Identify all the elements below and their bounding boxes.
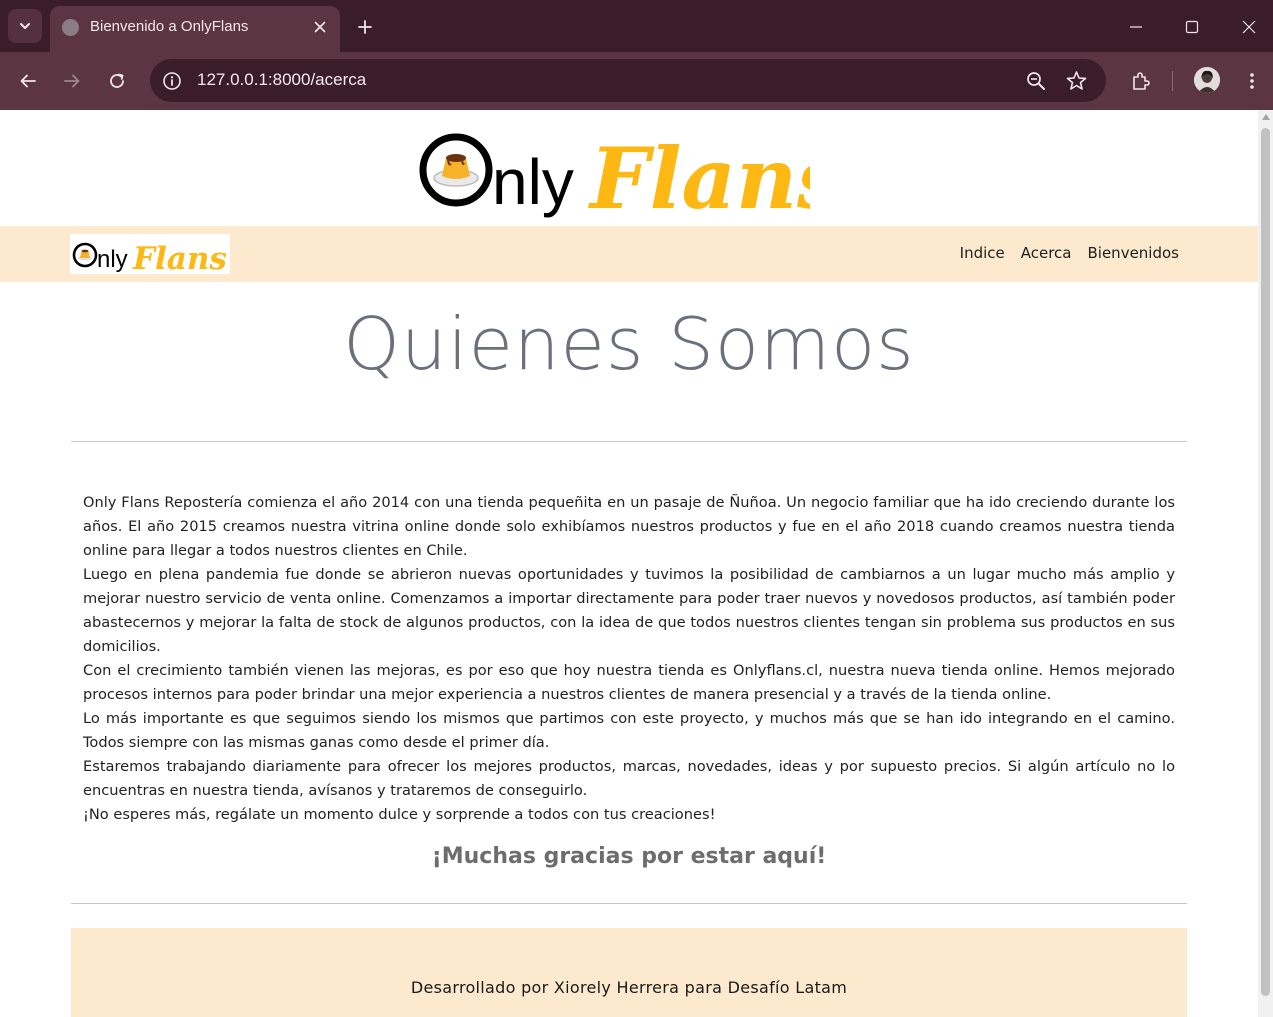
- extensions-button[interactable]: [1124, 65, 1156, 97]
- plus-icon: [358, 20, 372, 34]
- nav-link-indice[interactable]: Indice: [960, 244, 1005, 262]
- maximize-button[interactable]: [1177, 12, 1207, 42]
- window-close-icon: [1242, 20, 1256, 34]
- star-icon[interactable]: [1066, 70, 1087, 91]
- about-text: Only Flans Repostería comienza el año 20…: [83, 491, 1175, 827]
- chevron-down-icon: [20, 23, 30, 29]
- scroll-up-arrow-icon[interactable]: [1261, 114, 1270, 120]
- navbar: nly Flans Indice Acerca Bienvenidos: [0, 226, 1258, 282]
- svg-text:nly: nly: [492, 146, 574, 218]
- svg-text:Flans: Flans: [588, 129, 810, 226]
- more-icon: [1250, 73, 1254, 89]
- profile-avatar[interactable]: [1194, 67, 1220, 93]
- tab-close-button[interactable]: [308, 15, 332, 39]
- address-bar[interactable]: 127.0.0.1:8000/acerca: [150, 59, 1106, 102]
- about-paragraph: Lo más importante es que seguimos siendo…: [83, 710, 1175, 751]
- onlyflans-logo: nly Flans: [419, 129, 810, 226]
- tab-title: Bienvenido a OnlyFlans: [90, 18, 249, 35]
- nav-links: Indice Acerca Bienvenidos: [960, 244, 1179, 262]
- about-paragraph: ¡No esperes más, regálate un momento dul…: [83, 806, 716, 823]
- nav-link-bienvenidos[interactable]: Bienvenidos: [1088, 244, 1180, 262]
- url-text[interactable]: 127.0.0.1:8000/acerca: [197, 70, 366, 90]
- scrollbar[interactable]: [1258, 110, 1273, 1017]
- svg-text:nly: nly: [97, 246, 128, 273]
- globe-icon: [62, 19, 79, 36]
- about-paragraph: Only Flans Repostería comienza el año 20…: [83, 494, 1175, 559]
- about-paragraph: Luego en plena pandemia fue donde se abr…: [83, 566, 1175, 655]
- divider: [71, 903, 1187, 904]
- forward-button[interactable]: [56, 65, 88, 97]
- minimize-icon: [1130, 26, 1142, 28]
- footer: Desarrollado por Xiorely Herrera para De…: [71, 928, 1187, 1017]
- back-icon: [20, 74, 36, 88]
- close-icon: [314, 21, 326, 33]
- zoom-icon[interactable]: [1026, 71, 1046, 91]
- extensions-icon: [1133, 72, 1150, 90]
- tab-strip: Bienvenido a OnlyFlans: [0, 0, 1273, 52]
- avatar-icon: [1194, 67, 1220, 93]
- about-paragraph: Con el crecimiento también vienen las me…: [83, 662, 1175, 703]
- back-button[interactable]: [12, 65, 44, 97]
- minimize-button[interactable]: [1121, 12, 1151, 42]
- forward-icon: [64, 74, 80, 88]
- tab-search-button[interactable]: [8, 9, 42, 43]
- browser-tab[interactable]: Bienvenido a OnlyFlans: [50, 6, 340, 52]
- scrollbar-thumb[interactable]: [1261, 128, 1270, 996]
- reload-button[interactable]: [101, 65, 133, 97]
- page-title: Quienes Somos: [343, 302, 915, 386]
- footer-credit: Desarrollado por Xiorely Herrera para De…: [410, 978, 848, 997]
- toolbar-divider: [1172, 71, 1173, 91]
- thanks-heading: ¡Muchas gracias por estar aquí!: [431, 844, 827, 869]
- page-viewport: nly Flans nly Flans Indice Acerca Bienve…: [0, 110, 1258, 1017]
- svg-text:Flans: Flans: [132, 241, 227, 274]
- window-close-button[interactable]: [1234, 12, 1264, 42]
- divider: [71, 441, 1187, 442]
- about-paragraph: Estaremos trabajando diariamente para of…: [83, 758, 1175, 799]
- maximize-icon: [1185, 20, 1199, 34]
- navbar-logo[interactable]: nly Flans: [70, 234, 230, 274]
- reload-icon: [110, 73, 124, 88]
- more-menu-button[interactable]: [1236, 65, 1268, 97]
- nav-link-acerca[interactable]: Acerca: [1021, 244, 1072, 262]
- browser-toolbar: 127.0.0.1:8000/acerca: [0, 52, 1273, 110]
- new-tab-button[interactable]: [350, 12, 380, 42]
- site-info-icon[interactable]: [162, 71, 182, 91]
